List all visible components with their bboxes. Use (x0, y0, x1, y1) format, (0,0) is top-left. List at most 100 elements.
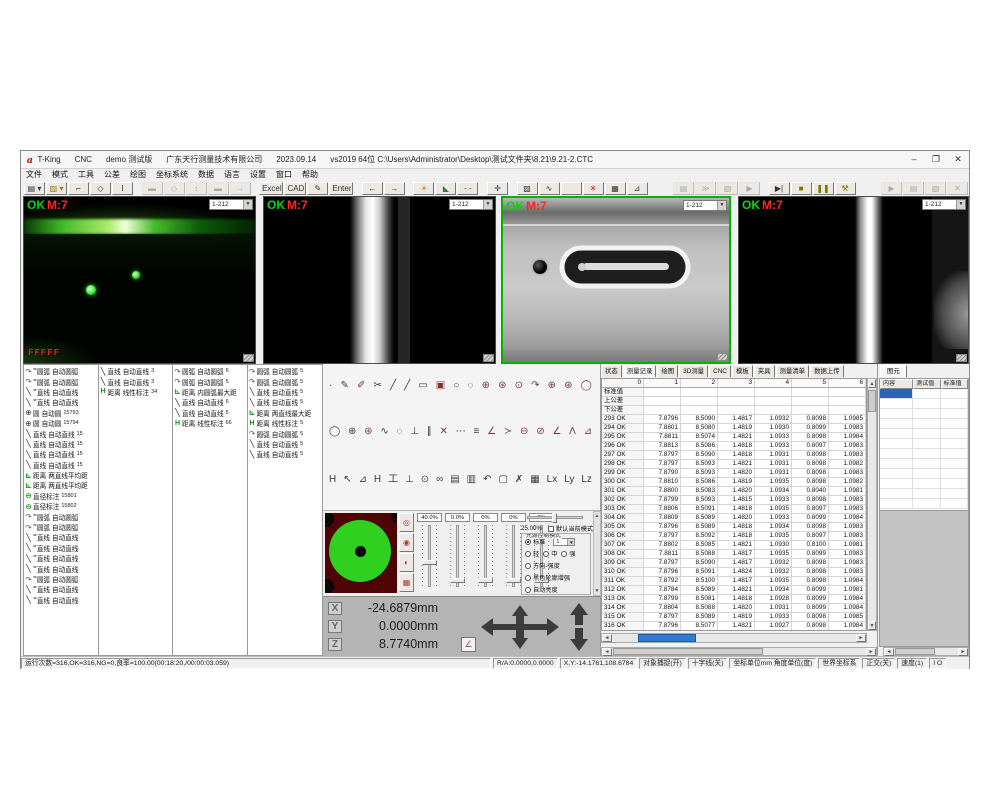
palette-tool-icon[interactable]: ◌ (397, 426, 403, 438)
palette-tool-icon[interactable]: · (329, 380, 332, 392)
element-row[interactable] (880, 459, 968, 469)
stop-button[interactable]: ■ (791, 182, 812, 195)
pen-button[interactable]: ✎ (307, 182, 328, 195)
menu-item-绘图[interactable]: 绘图 (125, 169, 151, 180)
scrollbar-thumb[interactable] (613, 648, 763, 655)
palette-tool-icon[interactable]: ∿ (380, 426, 388, 438)
menu-item-坐标系统[interactable]: 坐标系统 (151, 169, 193, 180)
table-row[interactable]: 310 OK7.87968.50911.48241.09320.80981.09… (602, 568, 866, 577)
radio-button[interactable] (543, 551, 549, 557)
xy-jog-arrows[interactable] (481, 605, 559, 649)
palette-tool-icon[interactable]: ✂ (373, 380, 381, 392)
palette-tool-icon[interactable]: ⊛ (564, 380, 572, 392)
menu-item-文件[interactable]: 文件 (21, 169, 47, 180)
element-row[interactable] (880, 429, 968, 439)
palette-tool-icon[interactable]: ▥ (467, 474, 476, 486)
feature-list-item[interactable]: ⊾距离两直线平均距 (24, 480, 98, 490)
feature-list-item[interactable]: ╲直线自动直线15 (24, 439, 98, 449)
palette-tool-icon[interactable]: ⋯ (456, 426, 466, 438)
light-channel-button[interactable]: ▦ (399, 573, 414, 592)
menu-item-模式[interactable]: 模式 (47, 169, 73, 180)
palette-tool-icon[interactable]: 工 (388, 474, 398, 486)
feature-list-item[interactable]: ⊖直径标注15802 (24, 501, 98, 511)
feature-list-item[interactable]: ╲直线自动直线5 (248, 439, 323, 449)
element-row[interactable] (880, 399, 968, 409)
scroll-up-icon[interactable]: ▲ (868, 379, 876, 388)
palette-tool-icon[interactable]: ⊘ (536, 426, 544, 438)
chart-button[interactable]: ⊿ (627, 182, 648, 195)
minimize-button[interactable]: – (903, 152, 925, 168)
slider-thumb[interactable] (422, 560, 437, 565)
cad-button[interactable]: CAD (284, 182, 306, 195)
element-tab[interactable]: 图元 (880, 365, 907, 377)
element-row[interactable] (880, 489, 968, 499)
palette-tool-icon[interactable]: ✗ (515, 474, 523, 486)
chevron-down-icon[interactable]: ▼ (567, 539, 574, 545)
feature-list-item[interactable]: ↷圆弧自动圆弧5 (248, 428, 323, 438)
feature-list-item[interactable]: ⊾距离两直线平均距 (24, 470, 98, 480)
feature-list-item[interactable]: ↷***圆弧自动圆弧 (24, 511, 98, 521)
palette-tool-icon[interactable]: ⊥ (410, 426, 419, 438)
table-row[interactable]: 316 OK7.87968.50771.48211.09270.80981.09… (602, 622, 866, 631)
palette-tool-icon[interactable]: ↷ (531, 380, 539, 392)
feature-list-item[interactable]: ╲直线自动直线5 (248, 397, 323, 407)
palette-tool-icon[interactable]: ⊕ (548, 380, 556, 392)
palette-tool-icon[interactable]: ◌ (468, 380, 474, 392)
element-row[interactable] (880, 449, 968, 459)
enter-button[interactable]: Enter (329, 182, 353, 195)
table-row[interactable]: 309 OK7.87978.50901.48171.09320.80981.09… (602, 559, 866, 568)
diagonal-jog-button[interactable]: ∠ (461, 637, 476, 652)
camera-view-3-selected[interactable]: OKM:7 1-212▼ (501, 196, 731, 364)
table-row[interactable]: 294 OK7.88018.50801.48191.09300.80991.09… (602, 424, 866, 433)
slider-track[interactable] (428, 525, 431, 587)
scroll-down-icon[interactable]: ▼ (868, 621, 876, 630)
master-brightness-slider[interactable] (527, 516, 583, 519)
tab-CNC[interactable]: CNC (709, 365, 731, 377)
palette-tool-icon[interactable]: ▢ (498, 474, 507, 486)
camera-view-2[interactable]: OKM:7 1-212▼ (263, 196, 496, 364)
element-row[interactable] (880, 389, 968, 399)
feature-list-item[interactable]: ╲直线自动直线3 (99, 376, 173, 386)
camera3-lens-select[interactable]: 1-212▼ (683, 200, 727, 211)
feature-list-item[interactable]: ╲直线自动直线5 (248, 449, 323, 459)
results-grid[interactable]: 0123456标准值上公差下公差293 OK7.87968.50901.4817… (601, 378, 867, 631)
tab-状态[interactable]: 状态 (601, 365, 622, 377)
pause-button[interactable]: ❚❚ (813, 182, 834, 195)
table-row[interactable]: 306 OK7.87978.50921.48181.09350.80971.09… (602, 532, 866, 541)
palette-tool-icon[interactable]: ▦ (530, 474, 539, 486)
feature-list-item[interactable]: ╲直线自动直线15 (24, 460, 98, 470)
feature-list-item[interactable]: ↷***圆弧自动圆弧 (24, 522, 98, 532)
menu-item-数据[interactable]: 数据 (193, 169, 219, 180)
table-row[interactable]: 297 OK7.87978.50901.48181.09310.80981.09… (602, 451, 866, 460)
chevron-down-icon[interactable]: ▼ (243, 200, 252, 209)
palette-tool-icon[interactable]: Λ (569, 426, 576, 438)
table-row[interactable]: 296 OK7.88138.50861.48181.09330.80971.09… (602, 442, 866, 451)
table-row[interactable]: 303 OK7.88068.50911.48181.09350.80971.09… (602, 505, 866, 514)
camera1-resize-grip[interactable] (243, 354, 254, 362)
camera-view-4[interactable]: OKM:7 1-212▼ (738, 196, 969, 364)
feature-list-item[interactable]: ⊕圆自动圆15793 (24, 408, 98, 418)
slider-thumb[interactable] (552, 513, 557, 523)
scroll-left-icon[interactable]: ◄ (602, 648, 612, 656)
table-row[interactable]: 311 OK7.87928.51001.48171.09350.80981.09… (602, 577, 866, 586)
blank-button[interactable] (561, 182, 582, 195)
feature-list-item[interactable]: ╲直线自动直线6 (173, 397, 247, 407)
element-row[interactable] (880, 419, 968, 429)
scroll-up-icon[interactable]: ▲ (594, 513, 600, 519)
camera1-lens-select[interactable]: 1-212▼ (209, 199, 253, 210)
play-stop-button[interactable]: ▶| (769, 182, 790, 195)
element-row[interactable] (880, 499, 968, 509)
palette-tool-icon[interactable]: Ly (564, 474, 574, 486)
feature-list-item[interactable]: ╲***直线自动直线 (24, 397, 98, 407)
tab-夹具[interactable]: 夹具 (754, 365, 775, 377)
tab-测量记录[interactable]: 测量记录 (623, 365, 657, 377)
scroll-down-icon[interactable]: ▼ (594, 588, 600, 594)
table-row[interactable]: 305 OK7.87968.50891.48181.09340.80981.09… (602, 523, 866, 532)
zoom-button[interactable]: ✛ (487, 182, 508, 195)
slider-thumb[interactable] (478, 578, 493, 583)
light-channel-button[interactable]: ◎ (399, 513, 414, 532)
feature-list-item[interactable]: ⊾距离内圆弧最大距 (173, 387, 247, 397)
palette-tool-icon[interactable]: ⊙ (421, 474, 429, 486)
palette-tool-icon[interactable]: ↶ (483, 474, 491, 486)
feature-list-item[interactable]: ╲直线自动直线3 (99, 366, 173, 376)
